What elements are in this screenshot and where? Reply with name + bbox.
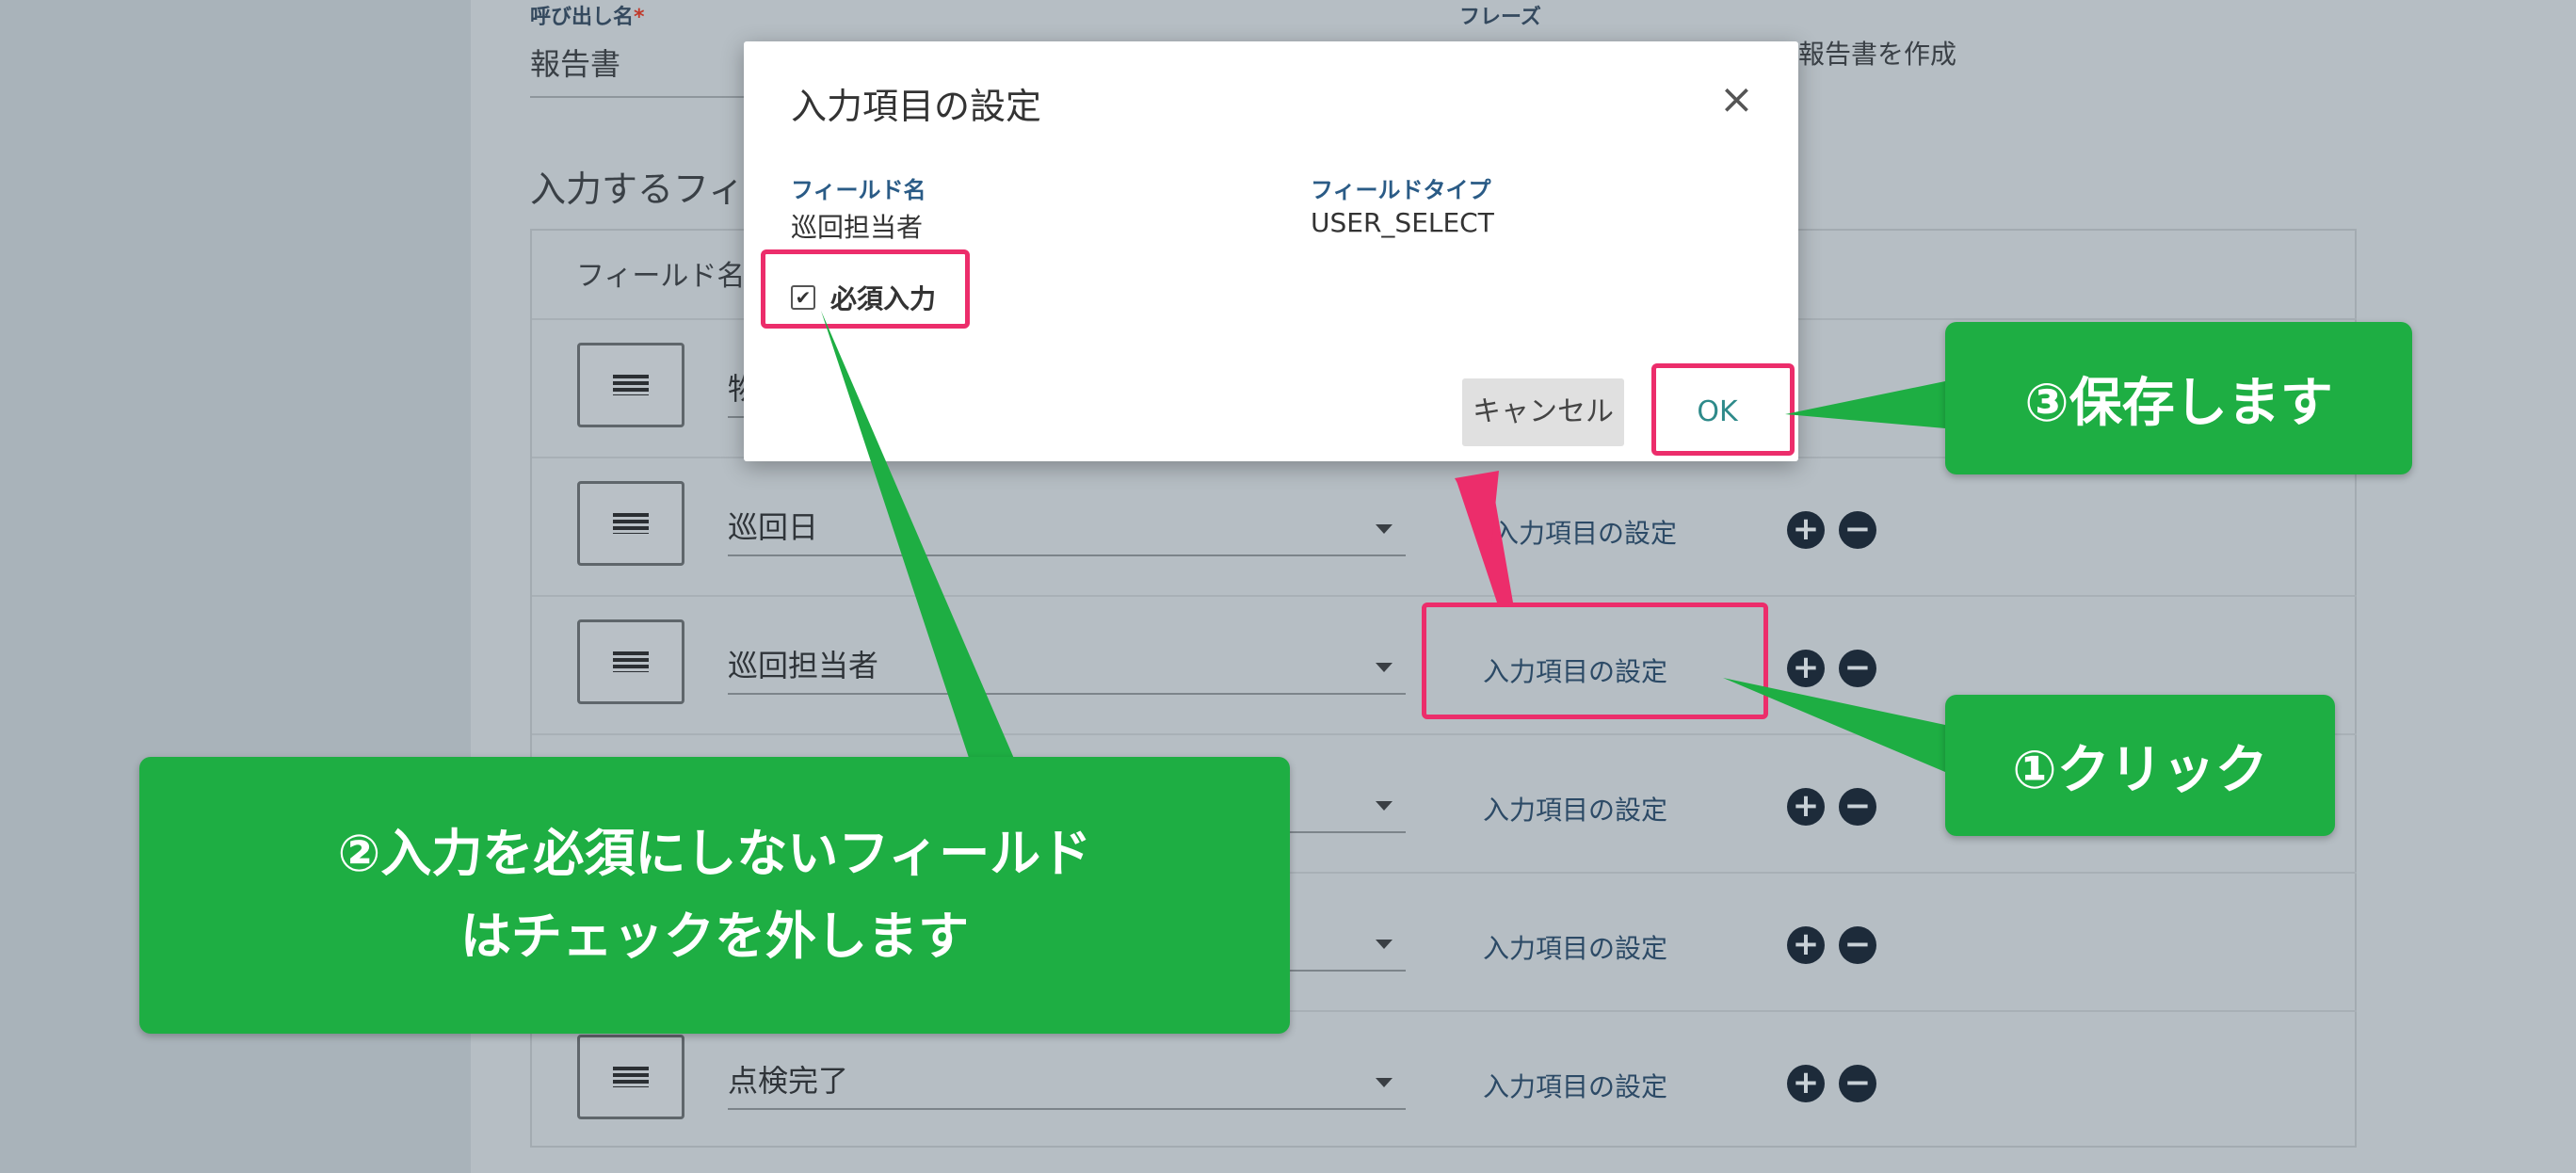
callout-3-pointer xyxy=(1785,381,1945,428)
callout-click: ①クリック xyxy=(1945,695,2335,836)
callout-save: ③保存します xyxy=(1945,322,2412,474)
callout-1-pointer xyxy=(1723,678,1945,772)
callout-uncheck-line2: はチェックを外します xyxy=(460,907,969,966)
arrow-up-icon xyxy=(1455,471,1513,603)
callout-uncheck: ②入力を必須にしないフィールド はチェックを外します xyxy=(139,757,1290,1034)
callout-uncheck-line1: ②入力を必須にしないフィールド xyxy=(337,824,1092,883)
callout-2-pointer xyxy=(821,311,1015,761)
